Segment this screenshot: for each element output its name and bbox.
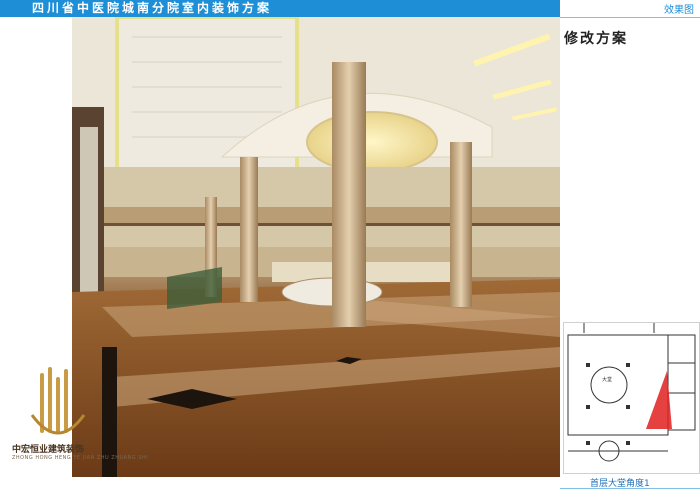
panel-title: 修改方案 bbox=[564, 31, 628, 47]
header-banner: 四川省中医院城南分院室内装饰方案 bbox=[0, 0, 560, 17]
floor-plan: 大堂 bbox=[563, 322, 700, 474]
divider-bottom bbox=[560, 488, 700, 489]
company-name: 中宏恒业建筑装饰 bbox=[12, 445, 85, 455]
divider bbox=[560, 17, 700, 18]
central-column bbox=[332, 62, 366, 327]
floor-plan-drawing: 大堂 bbox=[567, 323, 696, 462]
page-title: 四川省中医院城南分院室内装饰方案 bbox=[32, 1, 273, 15]
render-type-tag: 效果图 bbox=[664, 5, 694, 16]
company-logo-mark bbox=[30, 367, 86, 435]
plan-room-label: 大堂 bbox=[602, 376, 612, 383]
company-subtitle: ZHONG HONG HENG YE JIAN ZHU ZHUANG SHI bbox=[12, 455, 149, 461]
lobby-rendering bbox=[72, 17, 560, 477]
lobby-rendering-image bbox=[72, 17, 560, 477]
